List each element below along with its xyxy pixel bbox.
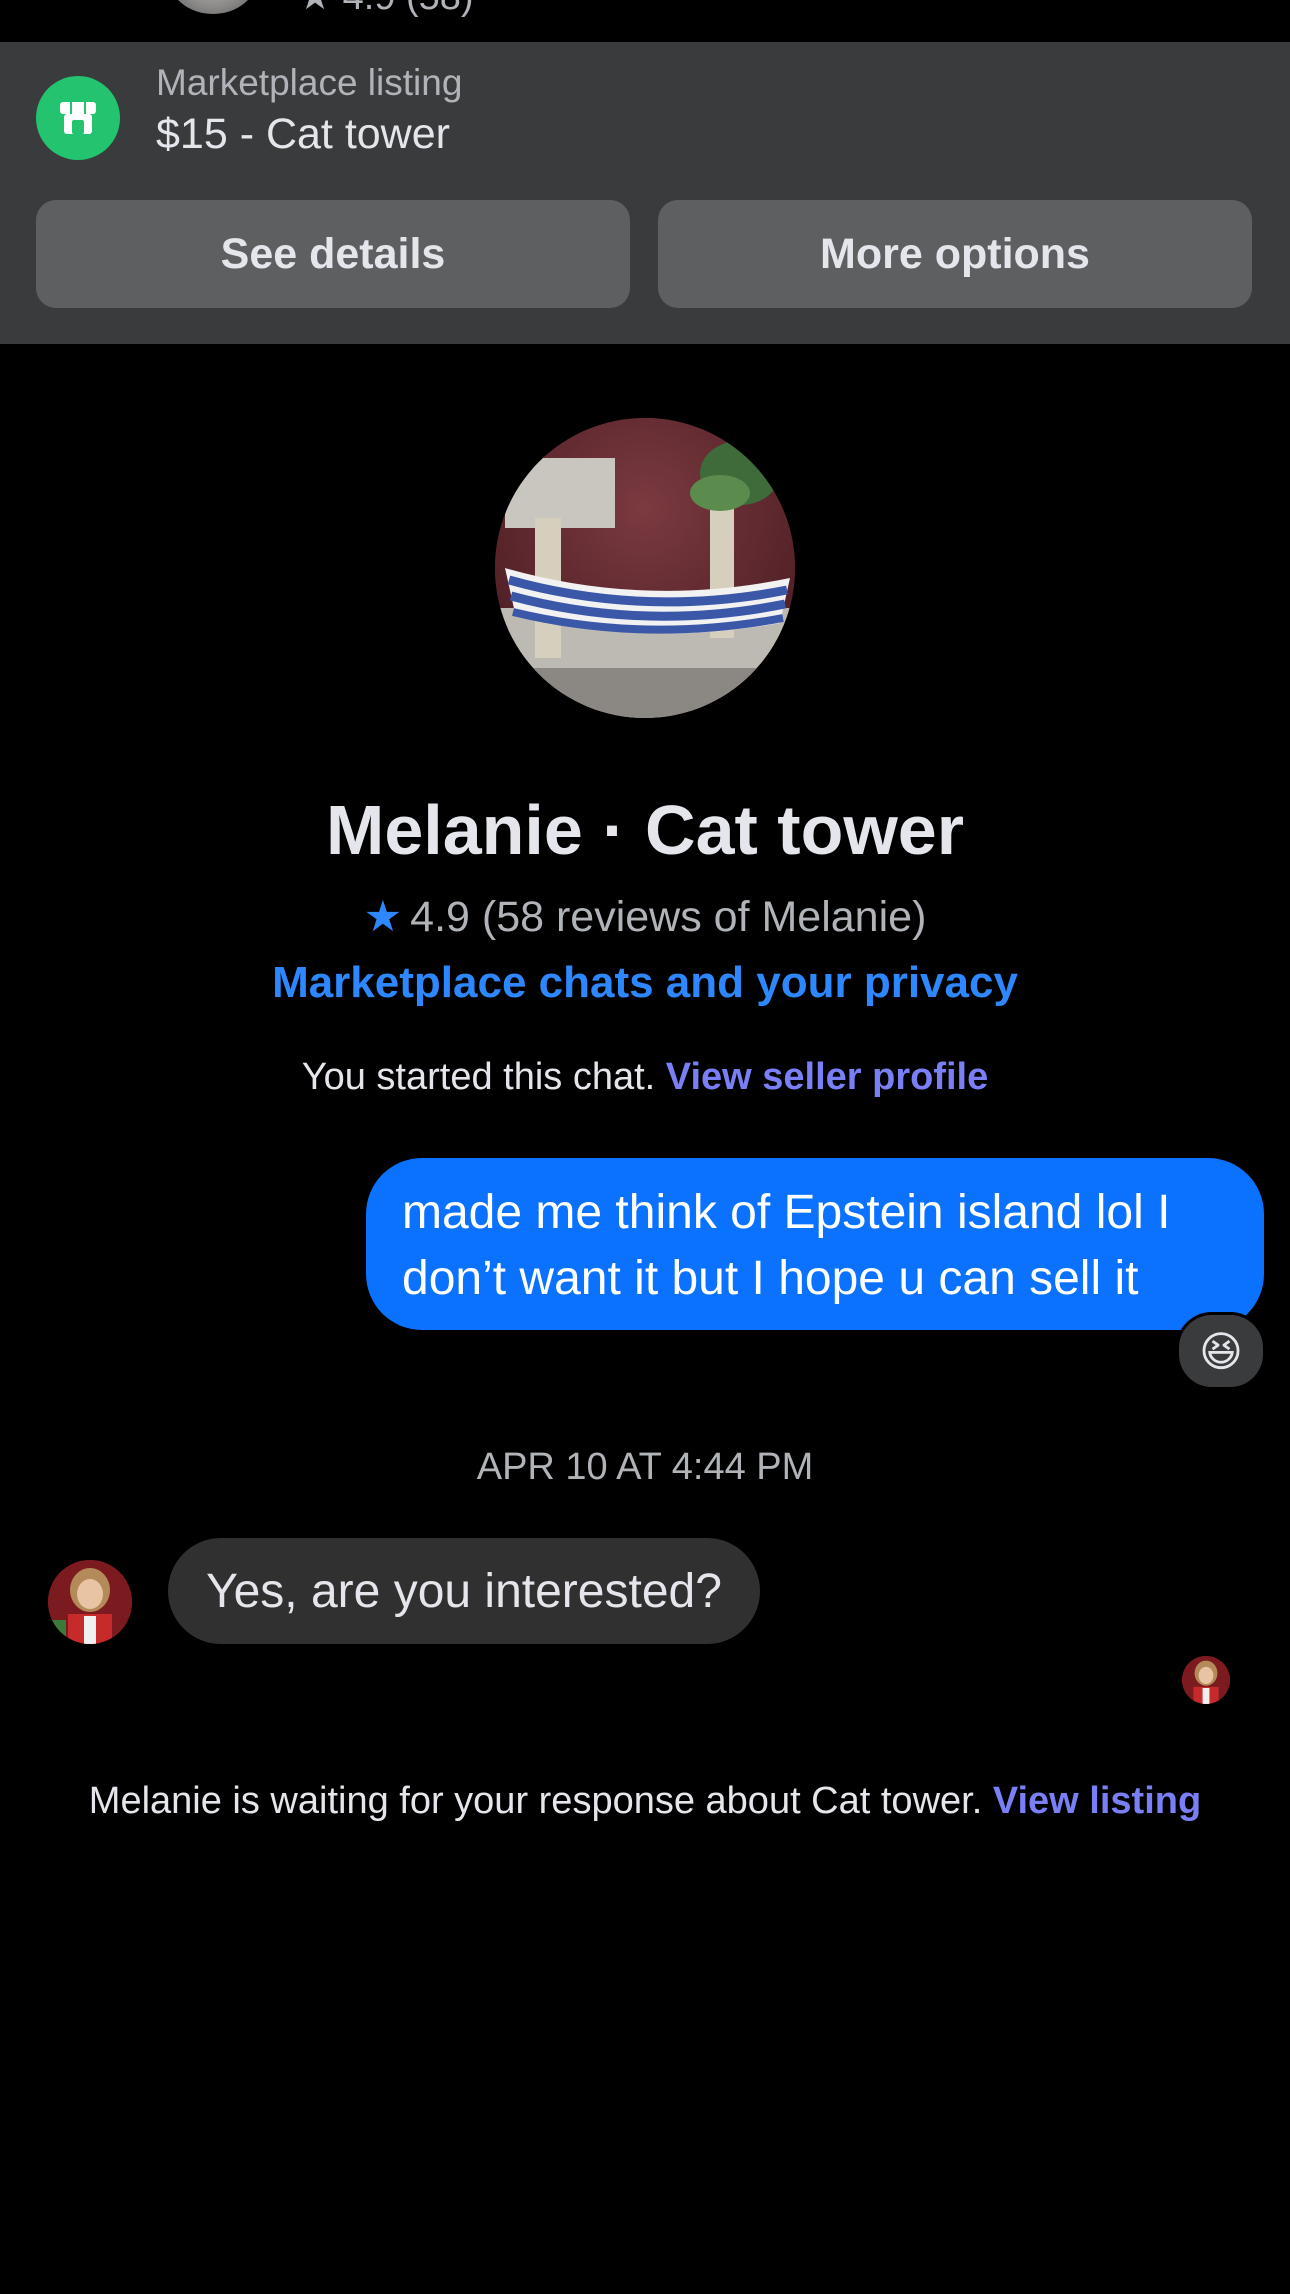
outgoing-message-bubble[interactable]: made me think of Epstein island lol I do… bbox=[366, 1158, 1264, 1330]
view-listing-link[interactable]: View listing bbox=[993, 1780, 1201, 1822]
listing-thumbnail-peek bbox=[168, 0, 258, 14]
chat-started-notice: You started this chat. View seller profi… bbox=[0, 1056, 1290, 1099]
message-timestamp: APR 10 AT 4:44 PM bbox=[476, 1446, 814, 1488]
listing-label: Marketplace listing bbox=[156, 62, 463, 103]
chat-title: Melanie · Cat tower bbox=[326, 791, 964, 869]
rating-peek: ★ 4.9 (58) bbox=[298, 0, 474, 19]
listing-title: $15 - Cat tower bbox=[156, 110, 450, 158]
incoming-message-bubble[interactable]: Yes, are you interested? bbox=[168, 1538, 760, 1644]
view-seller-profile-link[interactable]: View seller profile bbox=[666, 1056, 988, 1098]
marketplace-store-icon bbox=[36, 76, 120, 160]
waiting-text: Melanie is waiting for your response abo… bbox=[88, 1780, 983, 1822]
privacy-link[interactable]: Marketplace chats and your privacy bbox=[0, 958, 1290, 1008]
see-details-button[interactable]: See details bbox=[36, 200, 630, 308]
marketplace-listing-banner: Marketplace listing $15 - Cat tower See … bbox=[0, 42, 1290, 344]
reaction-laughing-emoji[interactable]: 😆 bbox=[1176, 1312, 1266, 1390]
listing-photo[interactable] bbox=[495, 418, 795, 718]
star-icon: ★ bbox=[363, 893, 403, 941]
rating-text: 4.9 (58 reviews of Melanie) bbox=[410, 893, 927, 941]
sender-avatar[interactable] bbox=[48, 1560, 132, 1644]
seen-indicator-avatar bbox=[1182, 1656, 1230, 1704]
chat-started-text: You started this chat. bbox=[301, 1056, 656, 1098]
response-waiting-notice: Melanie is waiting for your response abo… bbox=[0, 1780, 1290, 1823]
more-options-button[interactable]: More options bbox=[658, 200, 1252, 308]
previous-header-peek: ★ 4.9 (58) bbox=[0, 0, 1290, 42]
seller-rating: ★ 4.9 (58 reviews of Melanie) bbox=[0, 892, 1290, 942]
